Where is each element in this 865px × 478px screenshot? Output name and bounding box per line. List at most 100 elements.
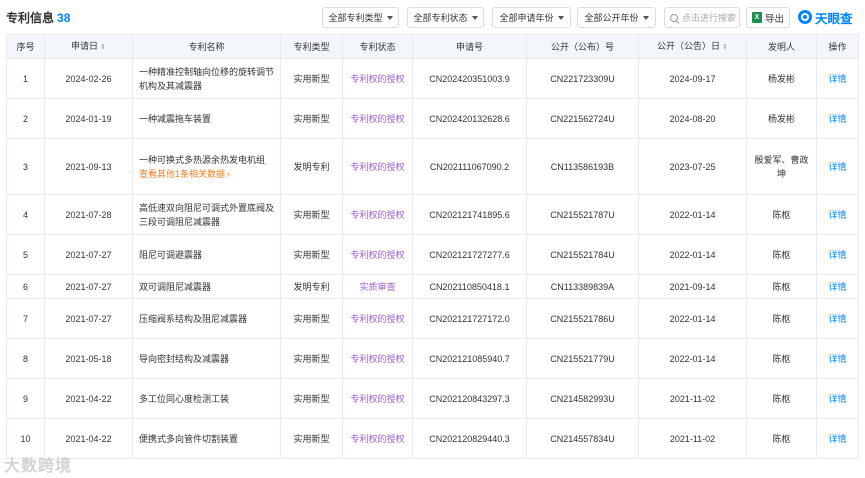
patent-name-link[interactable]: 导向密封结构及减震器 [139, 354, 229, 364]
cell-status: 专利权的授权 [342, 234, 413, 275]
cell-no: 3 [6, 138, 45, 195]
cell-pub-no: CN215521779U [526, 338, 639, 379]
column-header[interactable]: 申请日 ⇕ [44, 34, 133, 59]
cell-op[interactable]: 详情 [816, 138, 859, 195]
cell-no: 2 [6, 98, 45, 139]
cell-status: 专利权的授权 [342, 194, 413, 235]
cell-pub-date: 2021-11-02 [638, 378, 747, 419]
patent-name-link[interactable]: 一种精准控制轴向位移的旋转调节机构及其减震器 [139, 67, 274, 91]
cell-date: 2021-09-13 [44, 138, 133, 195]
cell-app-no: CN202121727172.0 [412, 298, 527, 339]
cell-op[interactable]: 详情 [816, 194, 859, 235]
sort-icon[interactable]: ⇕ [100, 44, 106, 51]
cell-op[interactable]: 详情 [816, 274, 859, 299]
filter-patent-status[interactable]: 全部专利状态 [407, 7, 484, 28]
cell-name[interactable]: 阻尼可调避震器 [132, 234, 281, 275]
filter-patent-type[interactable]: 全部专利类型 [322, 7, 399, 28]
cell-type: 实用新型 [280, 338, 343, 379]
cell-status: 实质审查 [342, 274, 413, 299]
column-header[interactable]: 公开（公告）日 ⇕ [638, 34, 747, 59]
patent-name-link[interactable]: 压缩阀系结构及阻尼减震器 [139, 314, 247, 324]
patent-name-link[interactable]: 阻尼可调避震器 [139, 250, 202, 260]
cell-pub-no: CN113586193B [526, 138, 639, 195]
patent-name-link[interactable]: 高低速双向阻尼可调式外置底阀及三段可调阻尼减震器 [139, 203, 274, 227]
cell-type: 实用新型 [280, 234, 343, 275]
cell-op[interactable]: 详情 [816, 378, 859, 419]
cell-pub-no: CN113389839A [526, 274, 639, 299]
cell-type: 发明专利 [280, 274, 343, 299]
sort-icon[interactable]: ⇕ [722, 44, 728, 51]
cell-status: 专利权的授权 [342, 98, 413, 139]
cell-type: 发明专利 [280, 138, 343, 195]
cell-status: 专利权的授权 [342, 418, 413, 459]
cell-name[interactable]: 一种精准控制轴向位移的旋转调节机构及其减震器 [132, 58, 281, 99]
patent-name-link[interactable]: 一种减震拖车装置 [139, 114, 211, 124]
cell-inventor: 杨发彬 [746, 58, 817, 99]
export-button[interactable]: X 导出 [746, 7, 790, 28]
cell-pub-date: 2021-11-02 [638, 418, 747, 459]
cell-status: 专利权的授权 [342, 378, 413, 419]
cell-status: 专利权的授权 [342, 58, 413, 99]
cell-app-no: CN202420351003.9 [412, 58, 527, 99]
cell-app-no: CN202121741895.6 [412, 194, 527, 235]
filter-publication-year[interactable]: 全部公开年份 [577, 7, 656, 28]
cell-op[interactable]: 详情 [816, 58, 859, 99]
cell-status: 专利权的授权 [342, 298, 413, 339]
cell-inventor: 殷爱军、曹政坤 [746, 138, 817, 195]
cell-name[interactable]: 高低速双向阻尼可调式外置底阀及三段可调阻尼减震器 [132, 194, 281, 235]
cell-pub-no: CN215521787U [526, 194, 639, 235]
cell-inventor: 陈枢 [746, 418, 817, 459]
cell-pub-no: CN221562724U [526, 98, 639, 139]
cell-inventor: 陈枢 [746, 234, 817, 275]
cell-pub-date: 2023-07-25 [638, 138, 747, 195]
chevron-down-icon [557, 15, 564, 20]
cell-inventor: 陈枢 [746, 274, 817, 299]
cell-name[interactable]: 一种减震拖车装置 [132, 98, 281, 139]
cell-app-no: CN202120843297.3 [412, 378, 527, 419]
cell-name[interactable]: 导向密封结构及减震器 [132, 338, 281, 379]
cell-pub-date: 2024-08-20 [638, 98, 747, 139]
table-row: 7 2021-07-27 压缩阀系结构及阻尼减震器 实用新型 专利权的授权 CN20212… [6, 298, 859, 339]
table-body: 1 2024-02-26 一种精准控制轴向位移的旋转调节机构及其减震器 实用新型 专利权… [6, 58, 859, 459]
cell-pub-date: 2022-01-14 [638, 234, 747, 275]
cell-name[interactable]: 双可调阻尼减震器 [132, 274, 281, 299]
patent-name-link[interactable]: 多工位同心度检测工装 [139, 394, 229, 404]
cell-app-no: CN202121085940.7 [412, 338, 527, 379]
cell-app-no: CN202110850418.1 [412, 274, 527, 299]
cell-op[interactable]: 详情 [816, 418, 859, 459]
cell-inventor: 陈枢 [746, 378, 817, 419]
patent-name-link[interactable]: 便携式多向管件切割装置 [139, 434, 238, 444]
cell-name[interactable]: 压缩阀系结构及阻尼减震器 [132, 298, 281, 339]
cell-no: 8 [6, 338, 45, 379]
cell-date: 2024-01-19 [44, 98, 133, 139]
patent-name-link[interactable]: 一种可换式多热源余热发电机组 [139, 155, 265, 165]
cell-inventor: 陈枢 [746, 298, 817, 339]
table-row: 9 2021-04-22 多工位同心度检测工装 实用新型 专利权的授权 CN2021208… [6, 378, 859, 419]
cell-op[interactable]: 详情 [816, 338, 859, 379]
cell-app-no: CN202420132628.6 [412, 98, 527, 139]
brand-logo: 天眼查 [798, 7, 853, 27]
patent-name-link[interactable]: 双可调阻尼减震器 [139, 282, 211, 292]
cell-type: 实用新型 [280, 298, 343, 339]
cell-date: 2021-07-28 [44, 194, 133, 235]
chevron-down-icon [642, 15, 649, 20]
column-header: 专利状态 [342, 34, 413, 59]
cell-date: 2021-07-27 [44, 234, 133, 275]
cell-name[interactable]: 一种可换式多热源余热发电机组查看其他1条相关数据 [132, 138, 281, 195]
cell-op[interactable]: 详情 [816, 298, 859, 339]
cell-op[interactable]: 详情 [816, 98, 859, 139]
cell-name[interactable]: 多工位同心度检测工装 [132, 378, 281, 419]
cell-pub-date: 2021-09-14 [638, 274, 747, 299]
table-header-row: 序号 申请日 ⇕ 专利名称 专利类型 专利状态 申请号 公开（公布）号 公开（公告）日 ⇕ 发明人操… [6, 34, 859, 59]
cell-status: 专利权的授权 [342, 338, 413, 379]
section-title: 专利信息 38 [6, 11, 71, 25]
cell-name[interactable]: 便携式多向管件切割装置 [132, 418, 281, 459]
search-input[interactable]: 点击进行搜索 [664, 7, 740, 28]
filter-application-year[interactable]: 全部申请年份 [492, 7, 571, 28]
section-header: 专利信息 38 全部专利类型 全部专利状态 全部申请年份 全部公开年份 点击进行搜… [0, 0, 865, 33]
cell-type: 实用新型 [280, 194, 343, 235]
table-row: 5 2021-07-27 阻尼可调避震器 实用新型 专利权的授权 CN2021217272… [6, 234, 859, 275]
cell-inventor: 陈枢 [746, 194, 817, 235]
more-data-link[interactable]: 查看其他1条相关数据 [139, 167, 276, 181]
cell-op[interactable]: 详情 [816, 234, 859, 275]
